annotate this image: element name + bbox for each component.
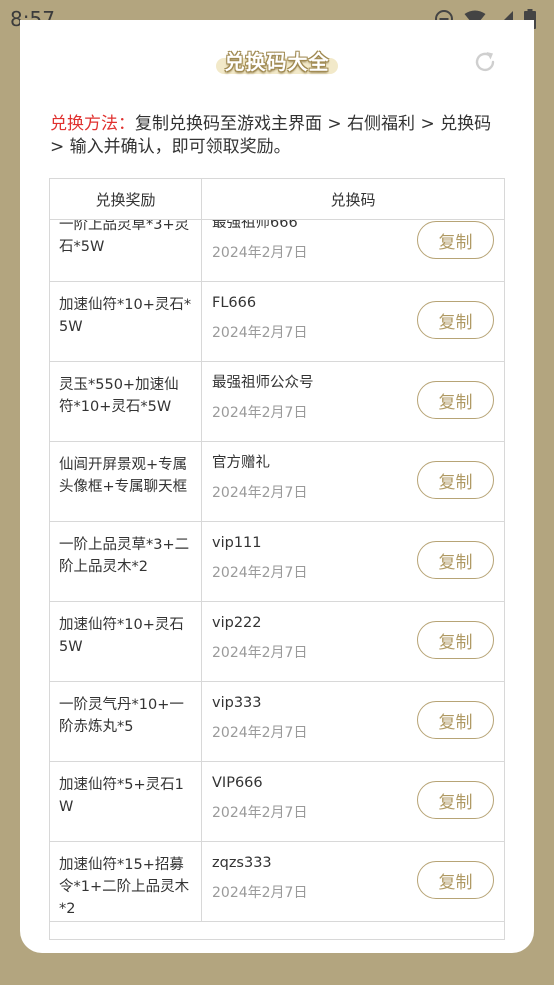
redeem-code-table: 兑换奖励 兑换码 一阶上品灵草*3+灵石*5W 最强祖师666 2024年2月7日复… bbox=[49, 178, 505, 940]
table-row: 一阶上品灵草*3+二阶上品灵木*2 vip111 2024年2月7日 复制 bbox=[50, 522, 504, 602]
table-body[interactable]: 一阶上品灵草*3+灵石*5W 最强祖师666 2024年2月7日 复制 加速仙符*10+… bbox=[50, 220, 504, 939]
reward-text: 一阶上品灵草*3+二阶上品灵木*2 bbox=[50, 522, 202, 601]
code-cell: vip222 2024年2月7日 复制 bbox=[202, 602, 504, 681]
table-row: 加速仙符*5+灵石1W VIP666 2024年2月7日 复制 bbox=[50, 762, 504, 842]
reward-text: 仙阊开屏景观+专属头像框+专属聊天框 bbox=[50, 442, 202, 521]
code-cell: VIP666 2024年2月7日 复制 bbox=[202, 762, 504, 841]
refresh-icon[interactable] bbox=[472, 49, 498, 79]
dialog-header: 兑换码大全 bbox=[20, 20, 534, 100]
table-row: 加速仙符*10+灵石5W vip222 2024年2月7日 复制 bbox=[50, 602, 504, 682]
table-row: 仙阊开屏景观+专属头像框+专属聊天框 官方赠礼 2024年2月7日 复制 bbox=[50, 442, 504, 522]
code-cell: 最强祖师公众号 2024年2月7日 复制 bbox=[202, 362, 504, 441]
copy-button[interactable]: 复制 bbox=[417, 621, 494, 659]
redeem-code-dialog: 兑换码大全 兑换方法：复制兑换码至游戏主界面 > 右侧福利 > 兑换码 > 输入… bbox=[20, 20, 534, 953]
header-code: 兑换码 bbox=[330, 190, 376, 209]
redeem-instructions: 兑换方法：复制兑换码至游戏主界面 > 右侧福利 > 兑换码 > 输入并确认，即可… bbox=[50, 113, 510, 159]
header-reward: 兑换奖励 bbox=[50, 179, 202, 219]
copy-button[interactable]: 复制 bbox=[417, 381, 494, 419]
code-cell: 最强祖师666 2024年2月7日 复制 bbox=[202, 220, 504, 281]
reward-text: 加速仙符*10+灵石*5W bbox=[50, 282, 202, 361]
code-cell: zqzs333 2024年2月7日 复制 bbox=[202, 842, 504, 921]
table-rows: 一阶上品灵草*3+灵石*5W 最强祖师666 2024年2月7日 复制 加速仙符*10+… bbox=[50, 220, 504, 922]
reward-text: 一阶上品灵草*3+灵石*5W bbox=[50, 220, 202, 281]
copy-button[interactable]: 复制 bbox=[417, 781, 494, 819]
code-cell: vip333 2024年2月7日 复制 bbox=[202, 682, 504, 761]
table-row: 加速仙符*10+灵石*5W FL666 2024年2月7日 复制 bbox=[50, 282, 504, 362]
dialog-title: 兑换码大全 bbox=[224, 50, 330, 74]
copy-button[interactable]: 复制 bbox=[417, 221, 494, 259]
reward-text: 灵玉*550+加速仙符*10+灵石*5W bbox=[50, 362, 202, 441]
reward-text: 加速仙符*15+招募令*1+二阶上品灵木*2 bbox=[50, 842, 202, 921]
table-row: 一阶上品灵草*3+灵石*5W 最强祖师666 2024年2月7日 复制 bbox=[50, 220, 504, 282]
copy-button[interactable]: 复制 bbox=[417, 701, 494, 739]
table-row: 灵玉*550+加速仙符*10+灵石*5W 最强祖师公众号 2024年2月7日 复制 bbox=[50, 362, 504, 442]
code-cell: 官方赠礼 2024年2月7日 复制 bbox=[202, 442, 504, 521]
copy-button[interactable]: 复制 bbox=[417, 541, 494, 579]
instructions-label: 兑换方法： bbox=[50, 114, 135, 134]
table-row: 加速仙符*15+招募令*1+二阶上品灵木*2 zqzs333 2024年2月7日 复制 bbox=[50, 842, 504, 922]
copy-button[interactable]: 复制 bbox=[417, 301, 494, 339]
copy-button[interactable]: 复制 bbox=[417, 861, 494, 899]
copy-button[interactable]: 复制 bbox=[417, 461, 494, 499]
table-header: 兑换奖励 兑换码 bbox=[50, 179, 504, 220]
reward-text: 加速仙符*5+灵石1W bbox=[50, 762, 202, 841]
code-cell: FL666 2024年2月7日 复制 bbox=[202, 282, 504, 361]
table-row: 一阶灵气丹*10+一阶赤炼丸*5 vip333 2024年2月7日 复制 bbox=[50, 682, 504, 762]
reward-text: 一阶灵气丹*10+一阶赤炼丸*5 bbox=[50, 682, 202, 761]
reward-text: 加速仙符*10+灵石5W bbox=[50, 602, 202, 681]
code-cell: vip111 2024年2月7日 复制 bbox=[202, 522, 504, 601]
